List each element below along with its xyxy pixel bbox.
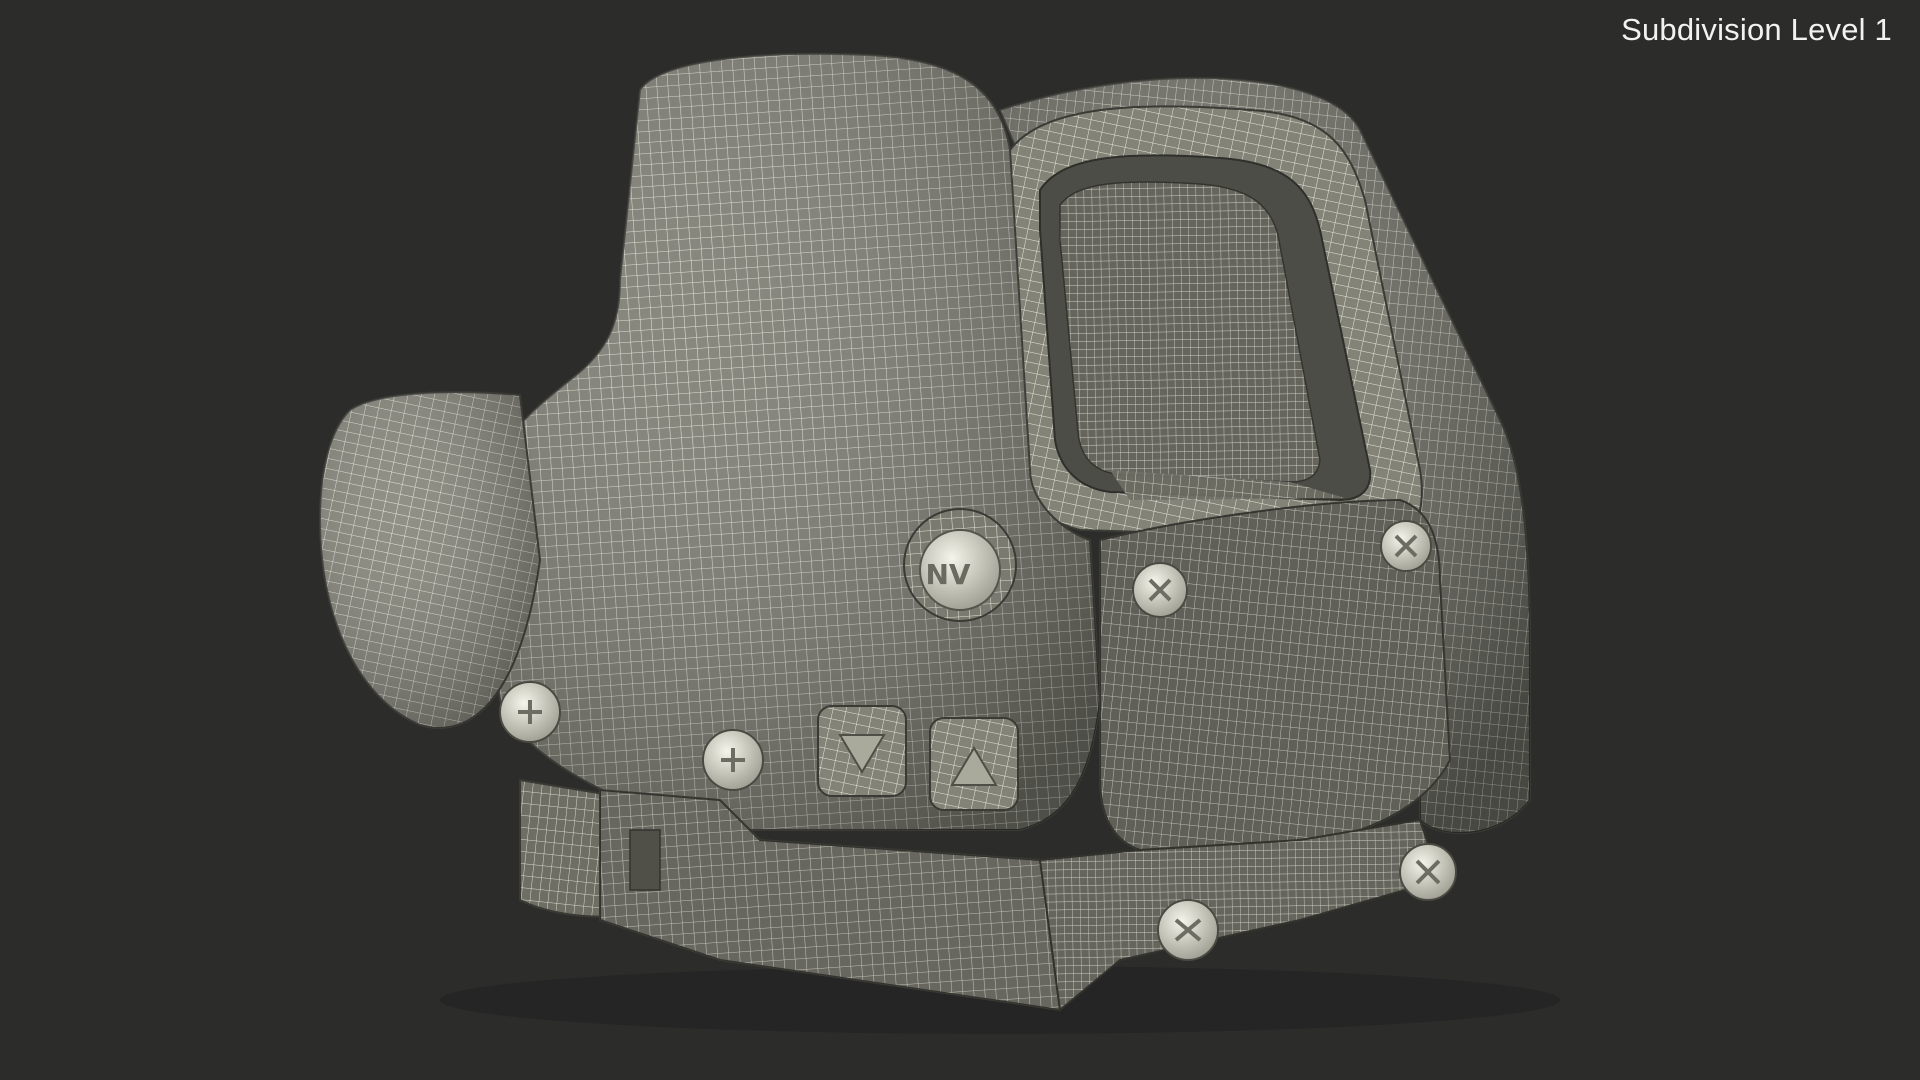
- brightness-up-button: [929, 717, 1019, 811]
- brightness-down-button: [817, 705, 907, 797]
- nv-emboss-label: NV: [925, 558, 970, 591]
- battery-cap: [318, 391, 542, 729]
- wireframe-sight-model: NV: [318, 52, 1560, 1034]
- screw-icon: [1157, 899, 1219, 961]
- screw-icon: [702, 729, 764, 791]
- nv-button: NV: [903, 508, 1017, 622]
- subdivision-level-label: Subdivision Level 1: [1621, 12, 1892, 47]
- screw-icon: [1399, 843, 1457, 901]
- screw-icon: [499, 681, 561, 743]
- viewport[interactable]: NV Subdivision Level 1: [0, 0, 1920, 1080]
- screw-icon: [1380, 520, 1432, 572]
- screw-icon: [1132, 562, 1188, 618]
